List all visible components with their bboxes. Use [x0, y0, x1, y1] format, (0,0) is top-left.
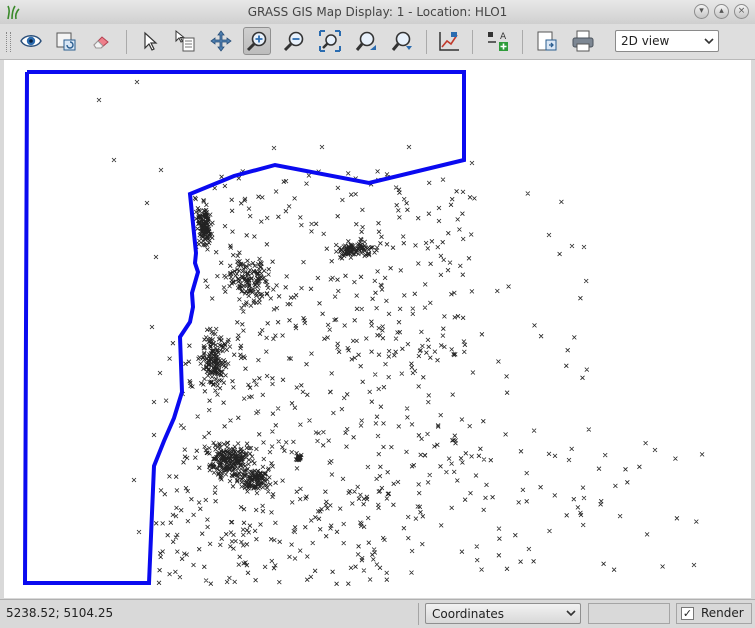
pan-icon	[210, 30, 232, 52]
zoom-in-icon	[246, 31, 267, 52]
minimize-button[interactable]: ▾	[694, 4, 709, 19]
zoom-extent-button[interactable]	[316, 27, 344, 55]
checkmark-icon: ✓	[682, 607, 693, 620]
display-map-button[interactable]	[17, 27, 45, 55]
analyze-button[interactable]	[435, 27, 463, 55]
print-button[interactable]	[569, 27, 597, 55]
analyze-icon	[439, 32, 459, 51]
toolbar-grip[interactable]	[6, 32, 11, 52]
view-mode-value: 2D view	[621, 34, 670, 48]
render-map-button[interactable]	[52, 27, 80, 55]
close-button[interactable]: ×	[734, 4, 749, 19]
pan-button[interactable]	[207, 27, 235, 55]
status-bar: 5238.52; 5104.25 Coordinates ✓ Render	[0, 599, 755, 628]
zoom-menu-button[interactable]	[389, 27, 417, 55]
close-icon: ×	[737, 6, 746, 16]
render-map-icon	[56, 32, 76, 51]
point-markers	[96, 79, 705, 587]
statusbar-mode-select[interactable]: Coordinates	[425, 603, 581, 624]
zoom-out-button[interactable]	[280, 27, 308, 55]
save-display-icon	[537, 31, 557, 51]
chevron-down-icon	[704, 38, 714, 45]
render-checkbox[interactable]: ✓	[681, 607, 694, 620]
pointer-button[interactable]	[136, 27, 164, 55]
zoom-extent-icon	[319, 30, 341, 52]
zoom-back-button[interactable]	[353, 27, 381, 55]
map-display-window: GRASS GIS Map Display: 1 - Location: HLO…	[0, 0, 755, 628]
print-icon	[572, 30, 594, 52]
maximize-button[interactable]: ▴	[714, 4, 729, 19]
chevron-down-icon	[566, 610, 576, 617]
zoom-out-icon	[283, 31, 304, 52]
zoom-back-icon	[355, 31, 376, 51]
erase-display-button[interactable]	[87, 27, 115, 55]
zoom-in-button[interactable]	[243, 27, 271, 55]
minimize-icon: ▾	[699, 6, 704, 16]
statusbar-input-field[interactable]	[588, 603, 670, 624]
decorations-button[interactable]: A	[484, 27, 512, 55]
display-map-icon	[20, 35, 42, 47]
zoom-menu-icon	[391, 31, 412, 51]
svg-text:A: A	[500, 32, 507, 42]
region-boundary	[22, 70, 466, 585]
render-toggle[interactable]: ✓ Render	[676, 603, 752, 624]
title-bar[interactable]: GRASS GIS Map Display: 1 - Location: HLO…	[0, 0, 755, 25]
render-label: Render	[701, 606, 744, 620]
view-mode-select[interactable]: 2D view	[615, 30, 719, 52]
coordinates-readout: 5238.52; 5104.25	[6, 606, 114, 620]
maximize-icon: ▴	[719, 6, 724, 16]
save-display-button[interactable]	[533, 27, 561, 55]
erase-icon	[93, 36, 109, 49]
window-title: GRASS GIS Map Display: 1 - Location: HLO…	[247, 5, 508, 19]
pointer-icon	[144, 31, 158, 51]
map-toolbar: A 2D view	[0, 24, 755, 60]
map-canvas[interactable]	[4, 60, 751, 598]
query-button[interactable]	[171, 27, 199, 55]
decorations-icon: A	[488, 32, 508, 51]
map-svg	[22, 70, 705, 587]
vector-points	[96, 79, 705, 587]
statusbar-mode-value: Coordinates	[432, 607, 505, 621]
query-icon	[175, 29, 195, 52]
